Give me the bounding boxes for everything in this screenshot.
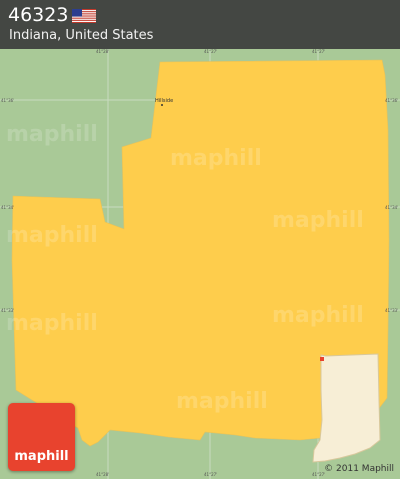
svg-text:maphill: maphill: [6, 311, 98, 336]
coord-top-1: 41°28': [96, 49, 109, 54]
svg-text:maphill: maphill: [176, 389, 268, 414]
city-dot-icon: [161, 104, 163, 106]
city-label: Hillside: [155, 98, 173, 104]
location-subtitle: Indiana, United States: [9, 28, 154, 43]
svg-text:maphill: maphill: [170, 146, 262, 171]
coord-top-2: 41°27': [204, 49, 217, 54]
us-flag-icon: [72, 9, 96, 23]
coord-right-3: 41°33': [385, 308, 398, 313]
coord-left-1: 41°36': [1, 98, 14, 103]
logo-text: maphill: [14, 449, 69, 464]
coord-left-2: 41°34': [1, 205, 14, 210]
svg-text:maphill: maphill: [6, 122, 98, 147]
maphill-logo[interactable]: maphill: [8, 403, 75, 471]
indiana-shape: [312, 353, 381, 463]
svg-text:maphill: maphill: [272, 208, 364, 233]
coord-bottom-2: 41°27': [204, 472, 217, 477]
copyright-text: © 2011 Maphill: [324, 464, 394, 474]
coord-right-1: 41°36': [385, 98, 398, 103]
zip-code-title: 46323: [8, 4, 69, 26]
map-header: 46323 Indiana, United States: [0, 0, 400, 49]
coord-top-3: 41°27': [312, 49, 325, 54]
svg-text:maphill: maphill: [6, 223, 98, 248]
svg-text:maphill: maphill: [272, 303, 364, 328]
coord-left-3: 41°33': [1, 308, 14, 313]
location-marker-icon: [320, 357, 324, 361]
state-inset[interactable]: [312, 353, 381, 463]
coord-bottom-1: 41°28': [96, 472, 109, 477]
coord-right-2: 41°34': [385, 205, 398, 210]
